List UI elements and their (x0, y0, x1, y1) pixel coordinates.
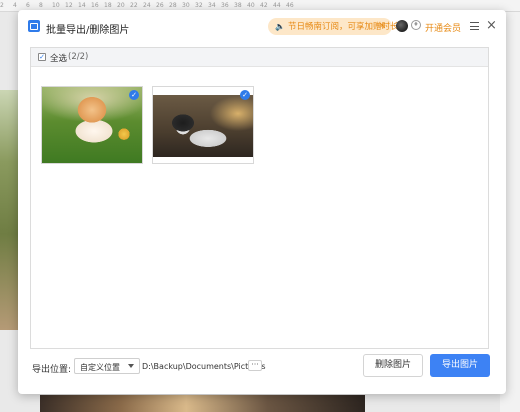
ruler-tick: 18 (104, 2, 112, 9)
image-list-panel: ✓ 全选 (2/2) ✓ ✓ (30, 47, 489, 349)
image-thumbnail-puppy[interactable]: ✓ (152, 86, 254, 164)
location-select-value: 自定义位置 (80, 363, 120, 372)
ruler-tick: 22 (130, 2, 138, 9)
puppy-photo (153, 95, 253, 157)
ruler-tick: 38 (234, 2, 242, 9)
ruler-tick: 12 (65, 2, 73, 9)
app-logo-icon (28, 20, 40, 32)
promo-banner[interactable]: 🔈 节日畅南订阅，可享加赠时长 × (268, 18, 398, 35)
corgi-photo (42, 87, 142, 163)
ruler-tick: 28 (169, 2, 177, 9)
batch-export-dialog: 批量导出/删除图片 🔈 节日畅南订阅，可享加赠时长 × ♦ 开通会员 × ✓ 全选… (18, 10, 506, 394)
ruler-tick: 34 (208, 2, 216, 9)
select-all-checkbox[interactable]: ✓ (38, 53, 46, 61)
speaker-icon: 🔈 (275, 22, 285, 31)
ruler-tick: 36 (221, 2, 229, 9)
select-all-bar: ✓ 全选 (2/2) (31, 48, 488, 67)
ruler-tick: 40 (247, 2, 255, 9)
browse-button[interactable]: ··· (248, 360, 262, 371)
delete-images-button[interactable]: 删除图片 (363, 354, 423, 377)
ruler-tick: 26 (156, 2, 164, 9)
ruler-tick: 32 (195, 2, 203, 9)
dialog-titlebar: 批量导出/删除图片 🔈 节日畅南订阅，可享加赠时长 × ♦ 开通会员 × (18, 10, 506, 44)
promo-close-icon[interactable]: × (378, 18, 386, 35)
ruler-tick: 44 (273, 2, 281, 9)
ruler-tick: 14 (78, 2, 86, 9)
chevron-down-icon (128, 364, 134, 368)
ruler-tick: 24 (143, 2, 151, 9)
ruler-tick: 8 (39, 2, 43, 9)
avatar[interactable] (396, 20, 408, 32)
export-images-button[interactable]: 导出图片 (430, 354, 490, 377)
check-circle-icon[interactable]: ✓ (129, 90, 139, 100)
dialog-title: 批量导出/删除图片 (46, 25, 130, 36)
export-location-label: 导出位置: (32, 365, 72, 375)
vip-icon: ♦ (411, 20, 421, 30)
image-thumbnail-corgi[interactable]: ✓ (41, 86, 143, 164)
close-icon[interactable]: × (486, 18, 497, 33)
menu-icon[interactable] (470, 22, 479, 30)
ruler-tick: 42 (260, 2, 268, 9)
select-all-label[interactable]: 全选 (50, 52, 67, 64)
check-circle-icon[interactable]: ✓ (240, 90, 250, 100)
ruler-tick: 20 (117, 2, 125, 9)
open-membership-link[interactable]: 开通会员 (425, 21, 461, 34)
ruler-tick: 10 (52, 2, 60, 9)
selection-count: (2/2) (68, 52, 89, 62)
ruler-tick: 30 (182, 2, 190, 9)
export-location-dropdown[interactable]: 自定义位置 (74, 358, 140, 374)
ruler-tick: 6 (26, 2, 30, 9)
ruler-tick: 4 (13, 2, 17, 9)
ruler-tick: 46 (286, 2, 294, 9)
ruler-tick: 16 (91, 2, 99, 9)
background-photo-bottom (40, 395, 365, 412)
ruler-tick: 2 (0, 2, 4, 9)
